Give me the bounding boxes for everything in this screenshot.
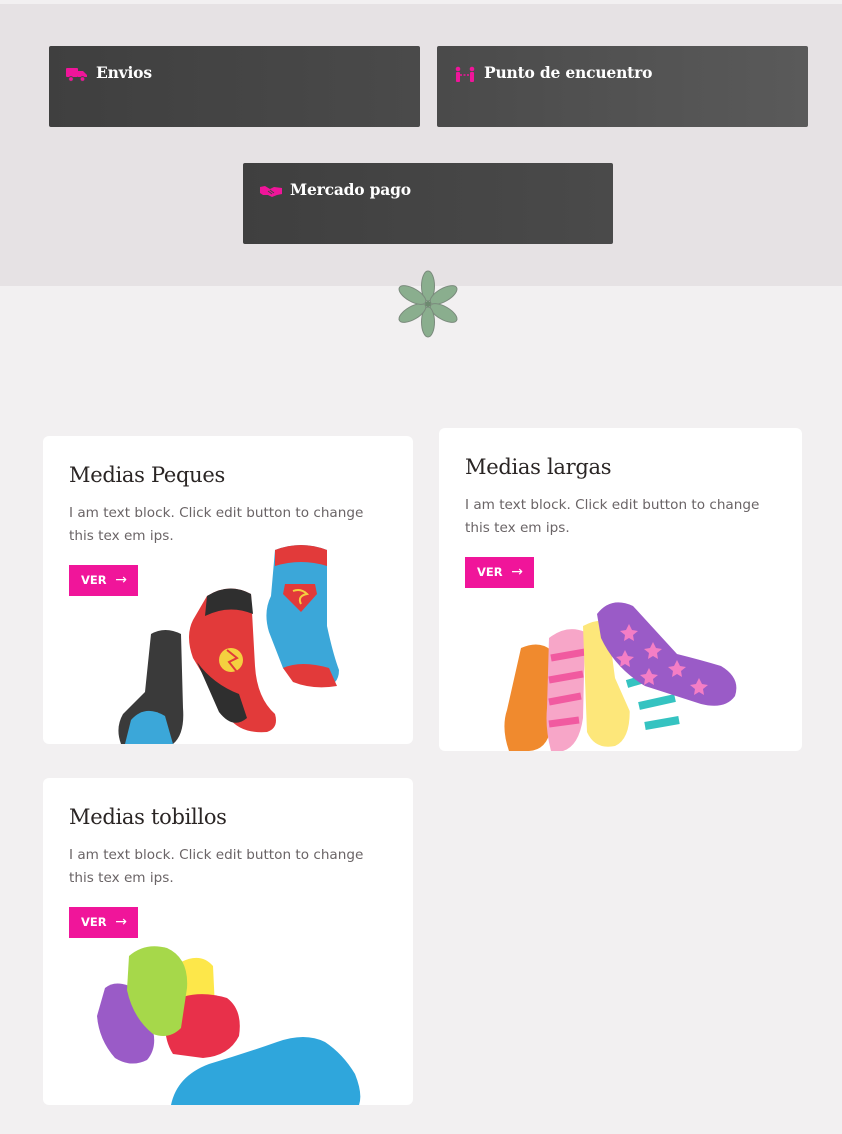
product-title: Medias largas: [465, 455, 612, 479]
ver-button-label: VER: [81, 915, 107, 929]
truck-icon: [66, 68, 87, 82]
arrow-right-icon: →: [511, 564, 523, 580]
arrow-right-icon: →: [115, 914, 127, 930]
product-card-medias-tobillos: Medias tobillos I am text block. Click e…: [43, 778, 413, 1105]
service-label: Punto de encuentro: [484, 63, 653, 82]
ver-button[interactable]: VER →: [465, 557, 534, 588]
product-card-medias-peques: Medias Peques I am text block. Click edi…: [43, 436, 413, 744]
flower-ornament: [398, 270, 458, 338]
product-description: I am text block. Click edit button to ch…: [69, 505, 364, 544]
ver-button-label: VER: [81, 573, 107, 587]
service-mercado-pago[interactable]: Mercado pago: [243, 163, 613, 244]
product-description: I am text block. Click edit button to ch…: [69, 847, 364, 886]
service-label: Mercado pago: [290, 180, 411, 199]
product-title: Medias Peques: [69, 463, 225, 487]
arrow-right-icon: →: [115, 572, 127, 588]
product-title: Medias tobillos: [69, 805, 227, 829]
service-punto-de-encuentro[interactable]: Punto de encuentro: [437, 46, 808, 127]
ver-button-label: VER: [477, 565, 503, 579]
product-description: I am text block. Click edit button to ch…: [465, 497, 760, 536]
service-envios[interactable]: Envios: [49, 46, 420, 127]
handshake-icon: [260, 186, 282, 197]
ver-button[interactable]: VER →: [69, 907, 138, 938]
service-label: Envios: [96, 63, 152, 82]
product-card-medias-largas: Medias largas I am text block. Click edi…: [439, 428, 802, 751]
ver-button[interactable]: VER →: [69, 565, 138, 596]
people-meeting-icon: [455, 66, 475, 82]
